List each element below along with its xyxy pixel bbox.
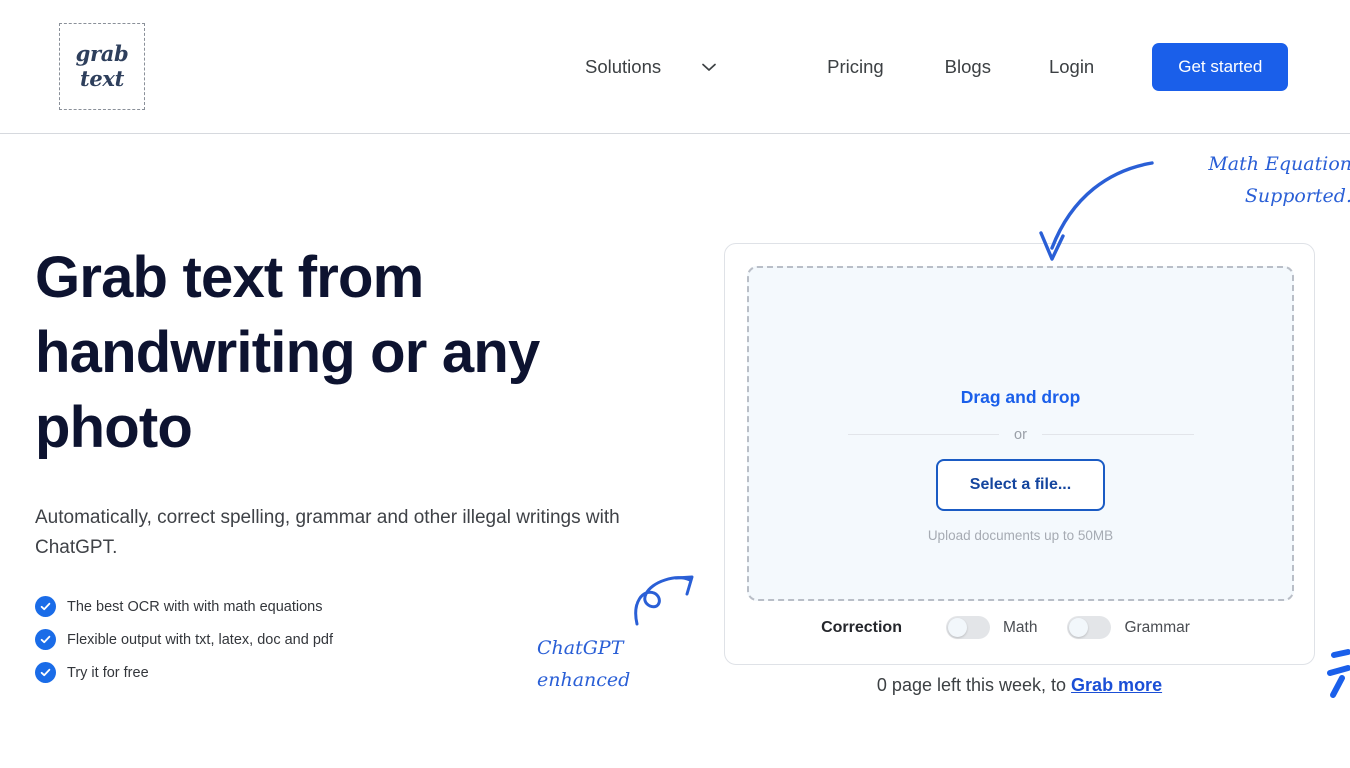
grammar-toggle-group: Grammar [1067, 616, 1190, 639]
list-item: Try it for free [35, 662, 655, 683]
nav-item-solutions[interactable]: Solutions [585, 56, 719, 78]
annotation-math-line-2: Supported. [1244, 185, 1350, 207]
upload-size-hint: Upload documents up to 50MB [927, 527, 1114, 543]
chevron-down-icon[interactable] [699, 57, 719, 77]
logo[interactable]: grab text [59, 23, 145, 110]
list-item: The best OCR with with math equations [35, 596, 655, 617]
logo-line-1: grab [75, 40, 129, 66]
correction-controls: Correction Math Grammar [725, 616, 1316, 639]
pages-left-status: 0 page left this week, to Grab more [724, 675, 1315, 696]
or-divider: or [847, 426, 1194, 443]
math-toggle-group: Math [945, 616, 1038, 639]
page-title: Grab text from handwriting or any photo [35, 245, 540, 460]
check-circle-icon [35, 596, 56, 617]
grab-more-link[interactable]: Grab more [1071, 675, 1162, 695]
select-file-button[interactable]: Select a file... [935, 458, 1106, 511]
check-circle-icon [35, 629, 56, 650]
math-toggle[interactable] [945, 616, 990, 639]
nav-item-blogs[interactable]: Blogs [945, 56, 991, 78]
check-circle-icon [35, 662, 56, 683]
get-started-button[interactable]: Get started [1152, 43, 1289, 91]
feature-list: The best OCR with with math equations Fl… [35, 596, 655, 683]
pages-left-text: 0 page left this week, to [876, 675, 1072, 695]
feature-label: Try it for free [67, 664, 149, 681]
annotation-math-equation: Math Equation Supported. [1182, 148, 1350, 212]
nav-item-login[interactable]: Login [1049, 56, 1094, 78]
grammar-toggle[interactable] [1067, 616, 1112, 639]
nav-item-solutions-label: Solutions [585, 56, 662, 77]
divider-line-left [847, 434, 1000, 435]
hero-subtitle: Automatically, correct spelling, grammar… [35, 507, 620, 558]
annotation-math-line-1: Math Equation [1208, 153, 1350, 175]
math-toggle-label: Math [1002, 618, 1038, 636]
logo-line-2: text [79, 65, 125, 91]
list-item: Flexible output with txt, latex, doc and… [35, 629, 655, 650]
toggle-knob [1069, 618, 1089, 637]
site-header: grab text Solutions Pricing Blogs Login … [0, 0, 1350, 134]
divider-line-right [1041, 434, 1194, 435]
main-navigation: Solutions Pricing Blogs Login Get starte… [585, 0, 1289, 134]
grammar-toggle-label: Grammar [1124, 618, 1190, 636]
landing-page: grab text Solutions Pricing Blogs Login … [0, 0, 1350, 768]
correction-label: Correction [821, 618, 902, 636]
nav-item-pricing[interactable]: Pricing [827, 56, 884, 78]
file-dropzone[interactable]: Drag and drop or Select a file... Upload… [747, 266, 1294, 601]
or-label: or [1014, 426, 1027, 443]
sparkle-decoration-icon [1327, 649, 1350, 698]
toggle-knob [947, 618, 967, 637]
feature-label: The best OCR with with math equations [67, 598, 323, 615]
upload-card: Drag and drop or Select a file... Upload… [724, 243, 1315, 665]
feature-label: Flexible output with txt, latex, doc and… [67, 631, 333, 648]
drag-and-drop-label: Drag and drop [960, 386, 1081, 407]
hero-section: Grab text from handwriting or any photo … [35, 240, 655, 695]
